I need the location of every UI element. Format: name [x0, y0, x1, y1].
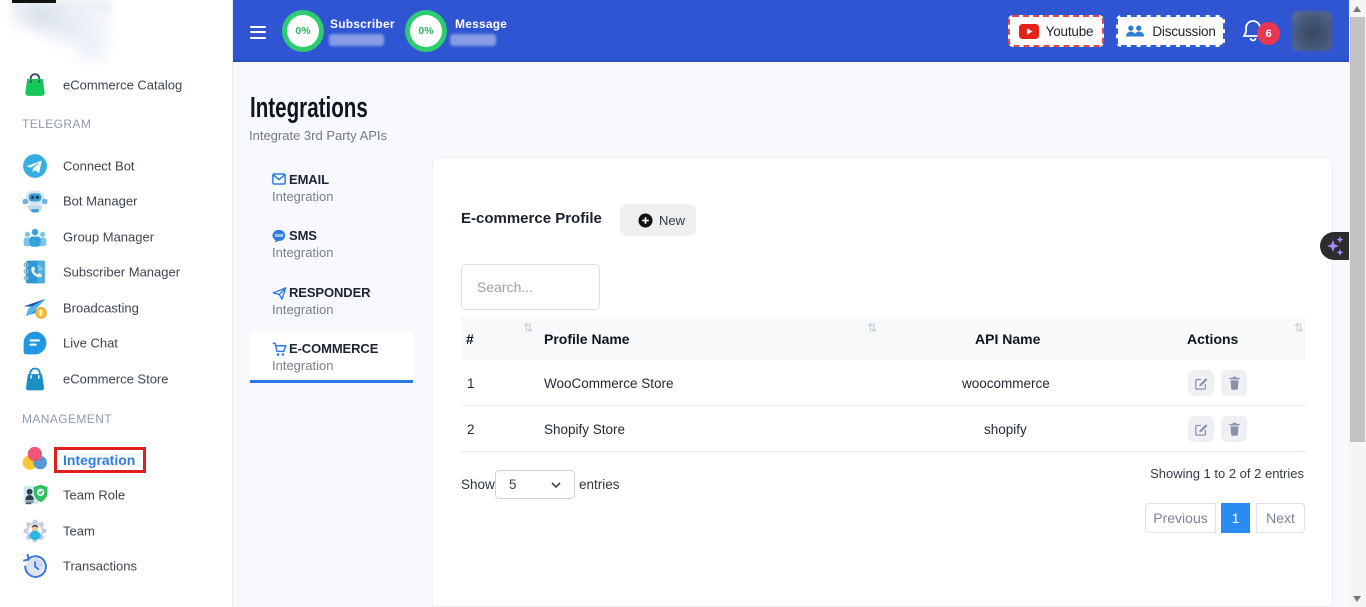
- svg-text:SMS: SMS: [275, 233, 284, 238]
